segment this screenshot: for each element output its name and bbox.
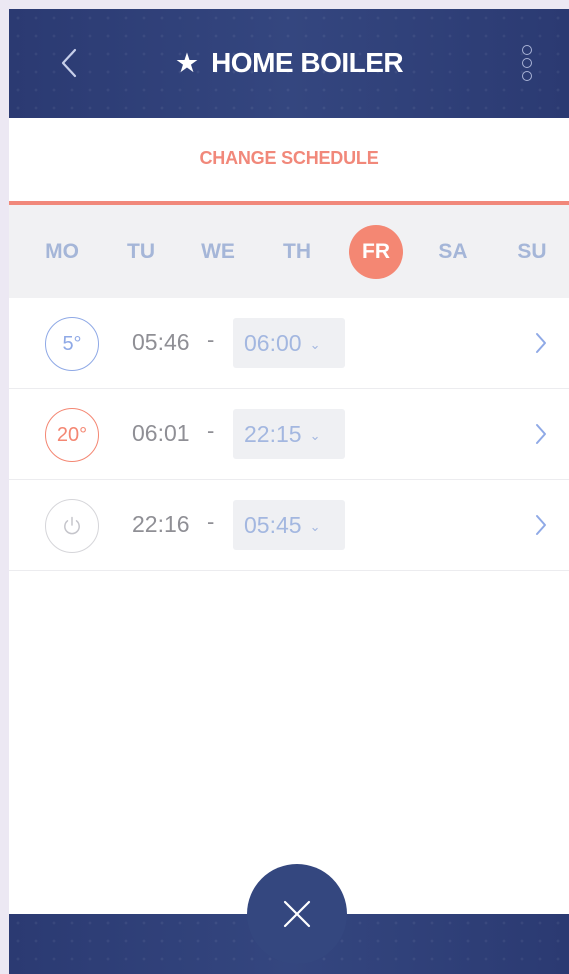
high-temp-icon: 20°	[45, 408, 99, 462]
end-time-value: 06:00	[244, 329, 302, 356]
day-tab-tu[interactable]: TU	[114, 225, 168, 279]
row-open-button[interactable]	[529, 505, 553, 545]
row-open-button[interactable]	[529, 323, 553, 363]
app-header: ★ HOME BOILER	[9, 9, 569, 118]
day-tab-fr[interactable]: FR	[349, 225, 403, 279]
more-vertical-icon	[522, 71, 532, 81]
power-icon	[64, 516, 80, 535]
more-vertical-icon	[522, 45, 532, 55]
end-time-select[interactable]: 22:15 ⌄	[233, 409, 345, 459]
day-selector: MO TU WE TH FR SA SU	[9, 205, 569, 298]
more-menu-button[interactable]	[512, 37, 542, 89]
low-temp-icon: 5°	[45, 317, 99, 371]
page-title: HOME BOILER	[211, 47, 404, 78]
chevron-right-icon	[536, 333, 546, 353]
day-tab-th[interactable]: TH	[270, 225, 324, 279]
time-separator: -	[207, 327, 215, 352]
close-icon	[283, 900, 311, 928]
start-time: 22:16	[132, 511, 190, 537]
start-time: 06:01	[132, 420, 190, 446]
app-frame: ★ HOME BOILER CHANGE SCHEDULE MO TU WE T…	[9, 9, 569, 974]
section-title: CHANGE SCHEDULE	[199, 148, 379, 168]
day-tab-we[interactable]: WE	[191, 225, 245, 279]
end-time-value: 22:15	[244, 420, 302, 447]
favorite-star-icon[interactable]: ★	[175, 49, 199, 77]
chevron-down-icon: ⌄	[309, 336, 321, 352]
day-tab-mo[interactable]: MO	[35, 225, 89, 279]
schedule-row[interactable]: 20° 06:01 - 22:15 ⌄	[9, 389, 569, 480]
chevron-down-icon: ⌄	[309, 427, 321, 443]
chevron-right-icon	[536, 515, 546, 535]
end-time-select[interactable]: 05:45 ⌄	[233, 500, 345, 550]
end-time-select[interactable]: 06:00 ⌄	[233, 318, 345, 368]
chevron-right-icon	[536, 424, 546, 444]
chevron-down-icon: ⌄	[309, 518, 321, 534]
close-button[interactable]	[247, 864, 347, 964]
schedule-row[interactable]: 5° 05:46 - 06:00 ⌄	[9, 298, 569, 389]
row-open-button[interactable]	[529, 414, 553, 454]
day-tab-su[interactable]: SU	[505, 225, 559, 279]
time-separator: -	[207, 509, 215, 534]
start-time: 05:46	[132, 329, 190, 355]
day-tab-sa[interactable]: SA	[426, 225, 480, 279]
time-separator: -	[207, 418, 215, 443]
power-icon	[45, 499, 99, 553]
header-title-group: ★ HOME BOILER	[9, 45, 569, 81]
end-time-value: 05:45	[244, 511, 302, 538]
schedule-row[interactable]: 22:16 - 05:45 ⌄	[9, 480, 569, 571]
more-vertical-icon	[522, 58, 532, 68]
